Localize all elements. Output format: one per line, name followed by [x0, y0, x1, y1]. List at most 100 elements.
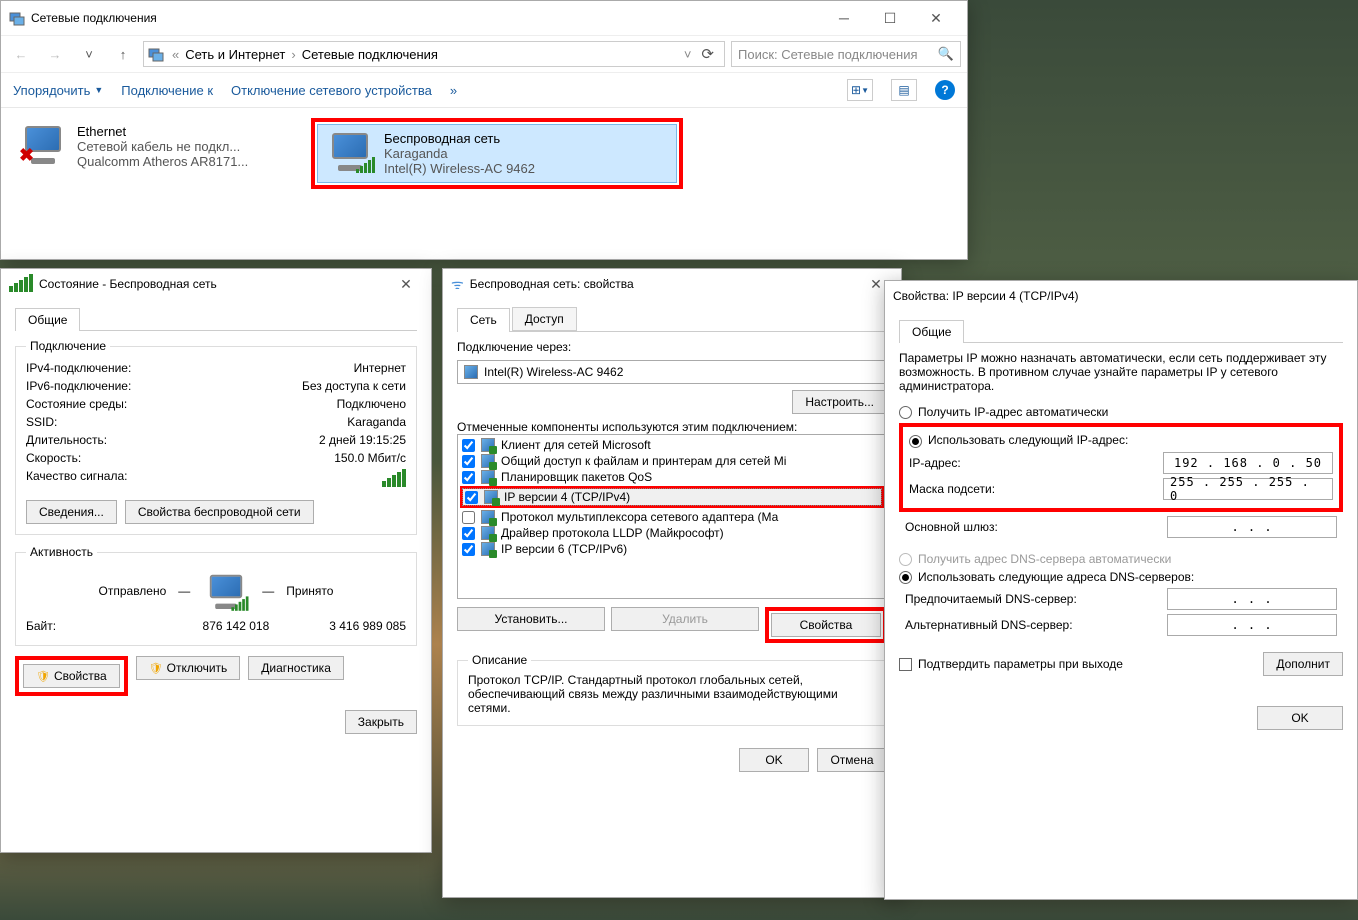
chk-qos[interactable]: [462, 471, 475, 484]
close-button[interactable]: Закрыть: [345, 710, 417, 734]
network-icon: [148, 46, 164, 62]
component-icon: [481, 510, 495, 524]
ipv4-properties-dialog: Свойства: IP версии 4 (TCP/IPv4) Общие П…: [884, 280, 1358, 900]
search-input[interactable]: Поиск: Сетевые подключения 🔍: [731, 41, 961, 67]
wifi-signal-icon: [9, 274, 33, 295]
remove-button: Удалить: [611, 607, 759, 631]
highlight-wifi: Беспроводная сеть Karaganda Intel(R) Wir…: [311, 118, 683, 189]
chk-ipv6[interactable]: [462, 543, 475, 556]
connection-wifi[interactable]: Беспроводная сеть Karaganda Intel(R) Wir…: [317, 124, 677, 183]
configure-button[interactable]: Настроить...: [792, 390, 887, 414]
search-icon: 🔍: [938, 46, 954, 62]
maximize-button[interactable]: ☐: [867, 3, 913, 33]
forward-button[interactable]: →: [41, 40, 69, 68]
component-properties-button[interactable]: Свойства: [771, 613, 881, 637]
adapter-props-title: Беспроводная сеть: свойства: [470, 277, 859, 291]
disable-button[interactable]: 🛡Отключить: [136, 656, 241, 680]
subnet-mask-input[interactable]: 255 . 255 . 255 . 0: [1163, 478, 1333, 500]
radio-use-dns[interactable]: [899, 571, 912, 584]
ethernet-icon: ✖: [19, 124, 67, 164]
ok-button[interactable]: OK: [739, 748, 809, 772]
breadcrumb-l2[interactable]: Сетевые подключения: [298, 47, 442, 62]
alternate-dns-input[interactable]: . . .: [1167, 614, 1337, 636]
ethernet-device: Qualcomm Atheros AR8171...: [77, 154, 248, 169]
tab-access[interactable]: Доступ: [512, 307, 577, 331]
tab-general[interactable]: Общие: [15, 308, 80, 331]
ipv4-intro: Параметры IP можно назначать автоматичес…: [899, 351, 1343, 393]
explorer-titlebar: Сетевые подключения ─ ☐ ✕: [1, 1, 967, 35]
chk-client[interactable]: [462, 439, 475, 452]
bytes-recv: 3 416 989 085: [329, 619, 406, 633]
component-icon: [481, 542, 495, 556]
properties-button[interactable]: 🛡Свойства: [23, 664, 120, 688]
wifi-name: Беспроводная сеть: [384, 131, 535, 146]
close-button[interactable]: ✕: [913, 3, 959, 33]
back-button[interactable]: ←: [7, 40, 35, 68]
cancel-button[interactable]: Отмена: [817, 748, 887, 772]
adapter-icon: ᯤ: [451, 275, 464, 294]
diagnostics-button[interactable]: Диагностика: [248, 656, 344, 680]
close-button[interactable]: ✕: [389, 272, 423, 296]
chk-fileshare[interactable]: [462, 455, 475, 468]
cmd-connect[interactable]: Подключение к: [121, 83, 213, 98]
adapter-icon: [464, 365, 478, 379]
ipv4-title: Свойства: IP версии 4 (TCP/IPv4): [893, 289, 1349, 303]
gateway-input[interactable]: . . .: [1167, 516, 1337, 538]
preferred-dns-input[interactable]: . . .: [1167, 588, 1337, 610]
up-button[interactable]: ↑: [109, 40, 137, 68]
install-button[interactable]: Установить...: [457, 607, 605, 631]
status-dialog: Состояние - Беспроводная сеть ✕ Общие По…: [0, 268, 432, 853]
activity-icon: [205, 573, 248, 609]
ethernet-name: Ethernet: [77, 124, 248, 139]
component-icon: [481, 454, 495, 468]
highlight-ip-block: Использовать следующий IP-адрес: IP-адре…: [899, 423, 1343, 511]
ok-button[interactable]: OK: [1257, 706, 1343, 730]
component-icon: [481, 526, 495, 540]
minimize-button[interactable]: ─: [821, 3, 867, 33]
connection-ethernet[interactable]: ✖ Ethernet Сетевой кабель не подкл... Qu…: [11, 118, 291, 189]
ip-address-input[interactable]: 192 . 168 . 0 . 50: [1163, 452, 1333, 474]
view-icons-button[interactable]: ⊞ ▼: [847, 79, 873, 101]
validate-settings-checkbox[interactable]: [899, 658, 912, 671]
component-list[interactable]: Клиент для сетей Microsoft Общий доступ …: [457, 434, 887, 599]
component-icon: [481, 470, 495, 484]
radio-auto-ip[interactable]: [899, 406, 912, 419]
refresh-icon[interactable]: ⟳: [695, 45, 720, 63]
cmd-organize[interactable]: Упорядочить ▼: [13, 83, 103, 98]
status-title: Состояние - Беспроводная сеть: [39, 277, 389, 291]
breadcrumb-l1[interactable]: Сеть и Интернет: [181, 47, 289, 62]
explorer-title: Сетевые подключения: [31, 11, 821, 25]
ethernet-status: Сетевой кабель не подкл...: [77, 139, 248, 154]
component-icon: [481, 438, 495, 452]
component-description: Протокол TCP/IP. Стандартный протокол гл…: [468, 673, 876, 715]
highlight-ipv4: IP версии 4 (TCP/IPv4): [460, 486, 884, 508]
view-details-button[interactable]: ▤: [891, 79, 917, 101]
wifi-icon: [326, 131, 374, 171]
cmd-disable[interactable]: Отключение сетевого устройства: [231, 83, 432, 98]
tab-general[interactable]: Общие: [899, 320, 964, 343]
explorer-window: Сетевые подключения ─ ☐ ✕ ← → ˅ ↑ « Сеть…: [0, 0, 968, 260]
tab-network[interactable]: Сеть: [457, 308, 510, 332]
wifi-network: Karaganda: [384, 146, 535, 161]
component-icon: [484, 490, 498, 504]
radio-use-ip[interactable]: [909, 435, 922, 448]
chk-mux[interactable]: [462, 511, 475, 524]
address-bar[interactable]: « Сеть и Интернет › Сетевые подключения …: [143, 41, 725, 67]
signal-bars-icon: [382, 469, 406, 490]
wifi-device: Intel(R) Wireless-AC 9462: [384, 161, 535, 176]
explorer-navbar: ← → ˅ ↑ « Сеть и Интернет › Сетевые подк…: [1, 35, 967, 73]
cmd-more[interactable]: »: [450, 83, 457, 98]
highlight-properties: 🛡Свойства: [15, 656, 128, 696]
adapter-properties-dialog: ᯤ Беспроводная сеть: свойства ✕ Сеть Дос…: [442, 268, 902, 898]
chk-lldp[interactable]: [462, 527, 475, 540]
network-icon: [9, 10, 25, 26]
details-button[interactable]: Сведения...: [26, 500, 117, 524]
wireless-properties-button[interactable]: Свойства беспроводной сети: [125, 500, 314, 524]
recent-dropdown[interactable]: ˅: [75, 40, 103, 68]
help-icon[interactable]: ?: [935, 80, 955, 100]
group-activity: Активность Отправлено — — Принято Байт: …: [15, 545, 417, 646]
bytes-sent: 876 142 018: [203, 619, 270, 633]
command-bar: Упорядочить ▼ Подключение к Отключение с…: [1, 73, 967, 108]
chk-ipv4[interactable]: [465, 491, 478, 504]
advanced-button[interactable]: Дополнит: [1263, 652, 1343, 676]
